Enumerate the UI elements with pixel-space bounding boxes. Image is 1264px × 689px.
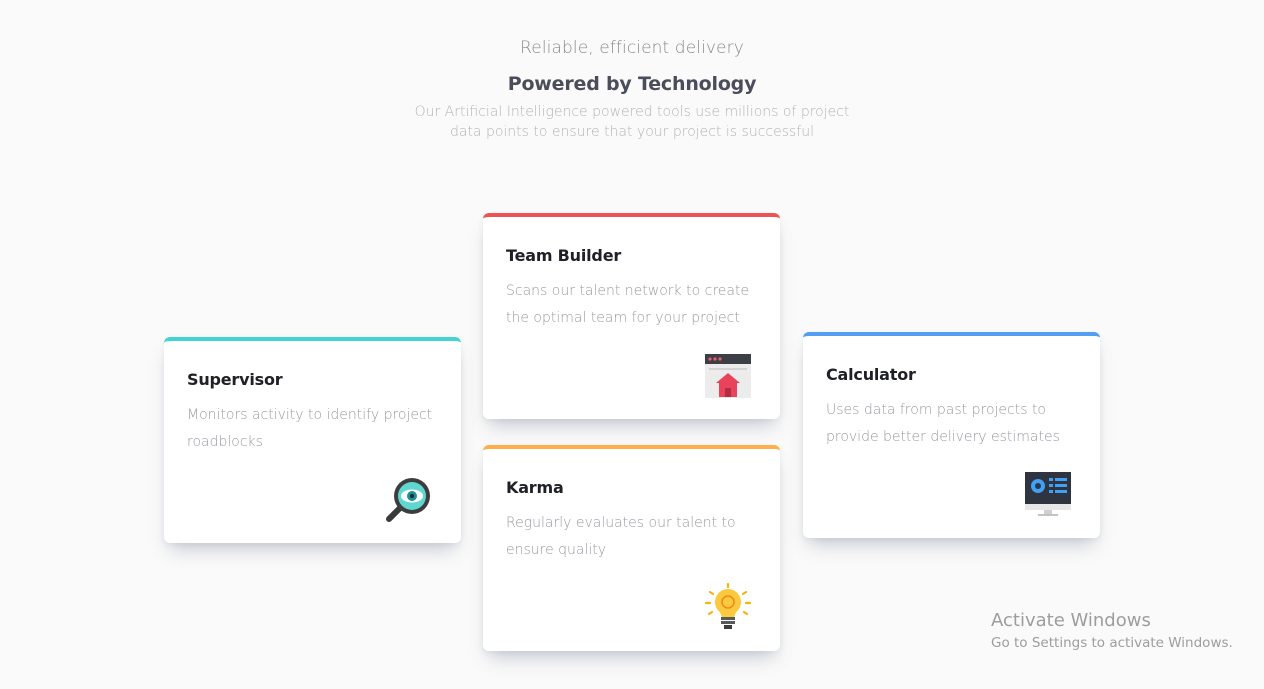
- card-title: Calculator: [826, 365, 916, 384]
- section-description: Our Artificial Intelligence powered tool…: [414, 104, 850, 140]
- card-description: Uses data from past projects to provide …: [826, 402, 1060, 445]
- magnifier-eye-icon: [385, 475, 433, 523]
- lightbulb-icon: [704, 582, 752, 631]
- browser-home-icon: [704, 351, 752, 399]
- watermark-title: Activate Windows: [991, 610, 1151, 631]
- card-title: Team Builder: [506, 246, 622, 265]
- card-description: Regularly evaluates our talent to ensure…: [506, 515, 736, 558]
- card-karma: Karma Regularly evaluates our talent to …: [483, 445, 780, 651]
- card-title: Supervisor: [187, 370, 283, 389]
- card-description: Scans our talent network to create the o…: [506, 283, 750, 326]
- activate-windows-watermark: Activate Windows Go to Settings to activ…: [991, 608, 1233, 652]
- watermark-subtitle: Go to Settings to activate Windows.: [991, 635, 1233, 651]
- card-description: Monitors activity to identify project ro…: [187, 407, 433, 450]
- card-team-builder: Team Builder Scans our talent network to…: [483, 213, 780, 419]
- section-header: Reliable, efficient delivery Powered by …: [0, 34, 1264, 142]
- card-supervisor: Supervisor Monitors activity to identify…: [164, 337, 461, 543]
- card-title: Karma: [506, 478, 564, 497]
- section-title: Powered by Technology: [507, 73, 757, 95]
- section-subtitle: Reliable, efficient delivery: [520, 38, 744, 58]
- card-calculator: Calculator Uses data from past projects …: [803, 332, 1100, 538]
- monitor-dashboard-icon: [1024, 470, 1072, 518]
